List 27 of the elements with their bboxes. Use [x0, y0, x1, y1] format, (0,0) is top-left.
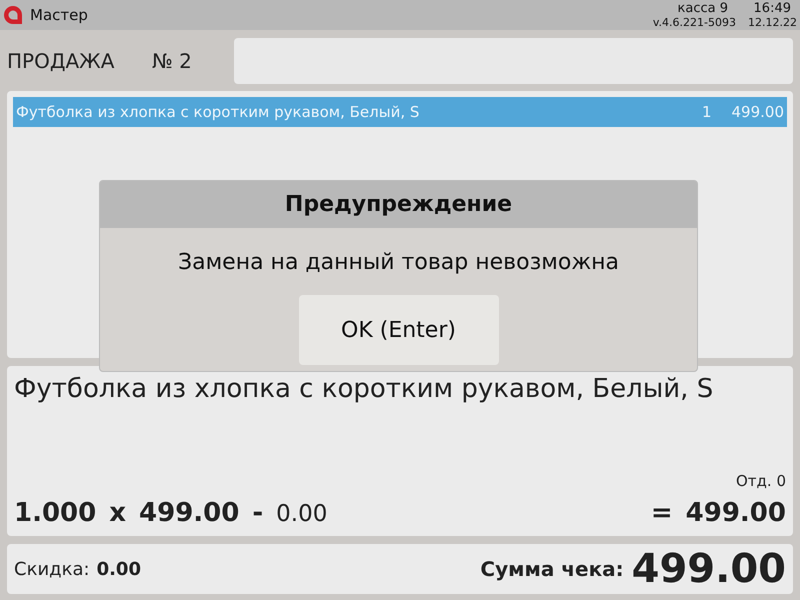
item-quantity: 1: [702, 103, 712, 121]
logo-icon: [3, 5, 23, 25]
line-total: 499.00: [686, 498, 786, 528]
version-label: v.4.6.221-5093: [652, 16, 736, 30]
item-name: Футболка из хлопка с коротким рукавом, Белый, S: [16, 103, 420, 121]
discount-label: Скидка:: [14, 558, 90, 580]
price-value: 499.00: [139, 498, 240, 528]
sale-number: № 2: [152, 49, 193, 73]
sale-title: ПРОДАЖА: [7, 49, 116, 73]
quantity-value: 1.000: [14, 498, 96, 528]
ok-button[interactable]: OK (Enter): [298, 295, 498, 365]
item-price: 499.00: [732, 103, 784, 121]
app-name: Мастер: [30, 6, 88, 24]
department-label: Отд. 0: [736, 472, 787, 492]
dialog-title: Предупреждение: [100, 181, 697, 228]
equals-sign: =: [650, 498, 673, 528]
register-label: касса 9: [678, 2, 728, 16]
clock-time: 16:49: [754, 2, 791, 16]
discount-total: 0.00: [96, 558, 141, 580]
dialog-message: Замена на данный товар невозможна: [178, 250, 620, 275]
discount-value: 0.00: [276, 501, 328, 527]
minus-sign: -: [252, 498, 264, 528]
current-item-name: Футболка из хлопка с коротким рукавом, Белый, S: [13, 373, 714, 406]
date-label: 12.12.22: [748, 16, 797, 30]
sum-label: Сумма чека:: [480, 557, 624, 581]
sum-total: 499.00: [632, 546, 786, 592]
multiply-sign: x: [109, 498, 126, 528]
